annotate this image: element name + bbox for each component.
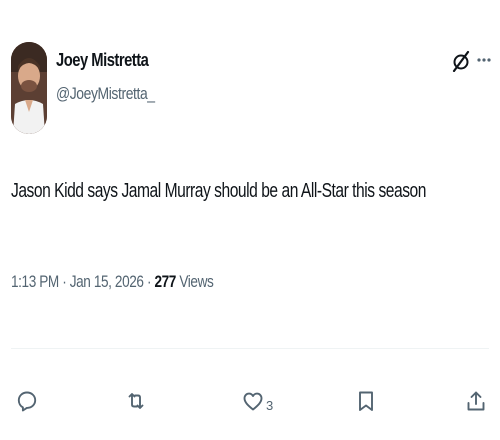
avatar-image [11, 42, 47, 134]
retweet-icon [128, 393, 144, 409]
reply-icon [17, 391, 37, 412]
more-options-icon[interactable] [476, 52, 492, 68]
share-icon [467, 391, 485, 411]
author-name[interactable]: Joey Mistretta [56, 50, 149, 71]
retweet-button[interactable] [124, 384, 148, 418]
bookmark-icon [359, 391, 373, 411]
like-button[interactable]: 3 [241, 384, 273, 418]
tweet-date[interactable]: Jan 15, 2026 [70, 272, 144, 291]
views-label: Views [175, 272, 214, 291]
author-handle[interactable]: @JoeyMistretta_ [56, 84, 155, 104]
tweet-time[interactable]: 1:13 PM [11, 272, 59, 291]
tweet-card: Joey Mistretta @JoeyMistretta_ Jason Kid… [0, 0, 500, 440]
grok-icon[interactable] [451, 50, 471, 73]
avatar[interactable] [11, 42, 47, 134]
tweet-meta: 1:13 PM · Jan 15, 2026 · 277 Views [11, 272, 214, 292]
reply-button[interactable] [15, 384, 39, 418]
tweet-text: Jason Kidd says Jamal Murray should be a… [11, 180, 426, 202]
divider [11, 348, 489, 349]
meta-separator: · [58, 272, 70, 291]
heart-icon [243, 392, 263, 411]
meta-separator: · [143, 272, 155, 291]
like-count: 3 [266, 397, 274, 413]
share-button[interactable] [464, 384, 488, 418]
bookmark-button[interactable] [354, 384, 378, 418]
views-count: 277 [154, 272, 176, 291]
